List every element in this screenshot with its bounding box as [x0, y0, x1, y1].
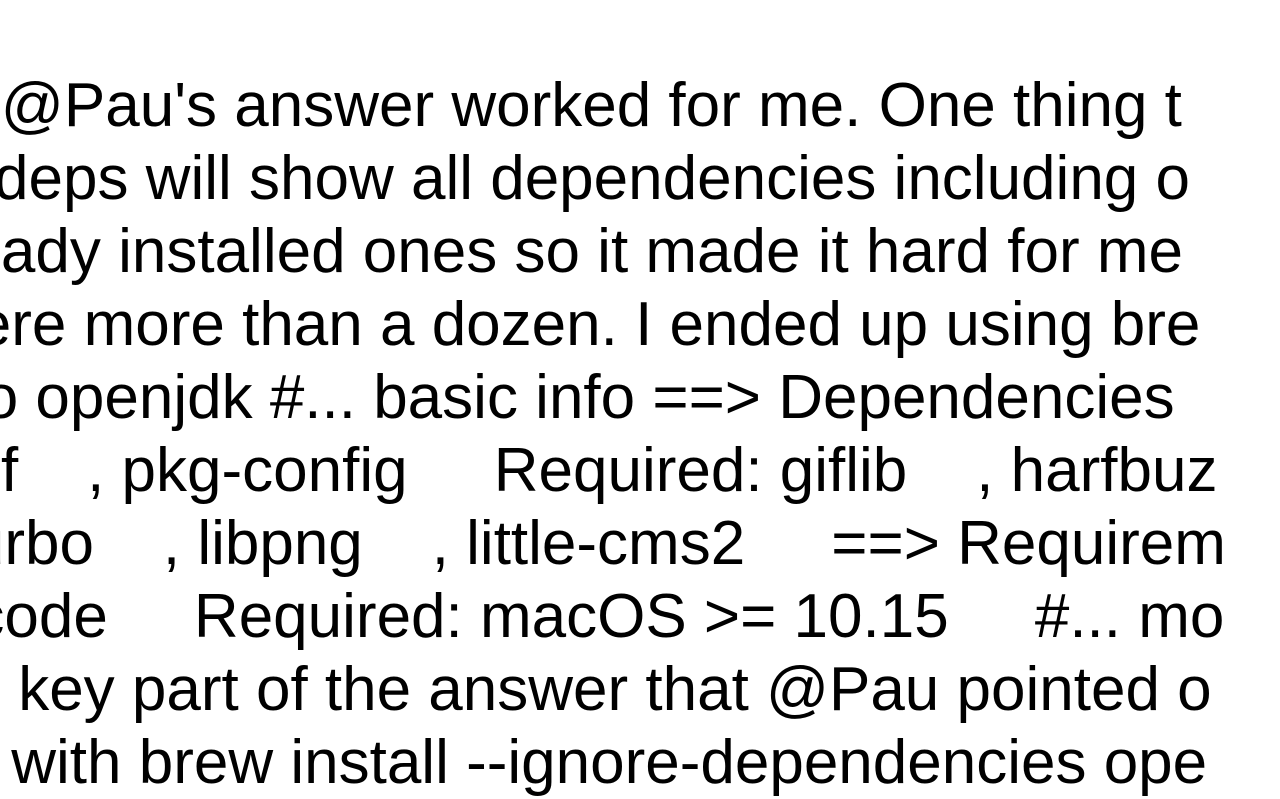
text-line: nfo openjdk #... basic info ==> Dependen… — [0, 363, 1192, 432]
text-line: 3: @Pau's answer worked for me. One thin… — [0, 71, 1182, 140]
text-line: lready installed ones so it made it hard… — [0, 217, 1200, 286]
text-line: onf , pkg-config Required: giflib , harf… — [0, 436, 1217, 505]
text-line: all with brew install --ignore-dependenc… — [0, 728, 1207, 797]
text-line: Xcode Required: macOS >= 10.15 #... mo — [0, 582, 1224, 651]
text-line: -turbo , libpng , little-cms2 ==> Requir… — [0, 509, 1226, 578]
text-line: ne key part of the answer that @Pau poin… — [0, 655, 1212, 724]
document-text: 3: @Pau's answer worked for me. One thin… — [0, 0, 1226, 799]
text-line: w deps will show all dependencies includ… — [0, 144, 1190, 213]
text-line: were more than a dozen. I ended up using… — [0, 290, 1200, 359]
